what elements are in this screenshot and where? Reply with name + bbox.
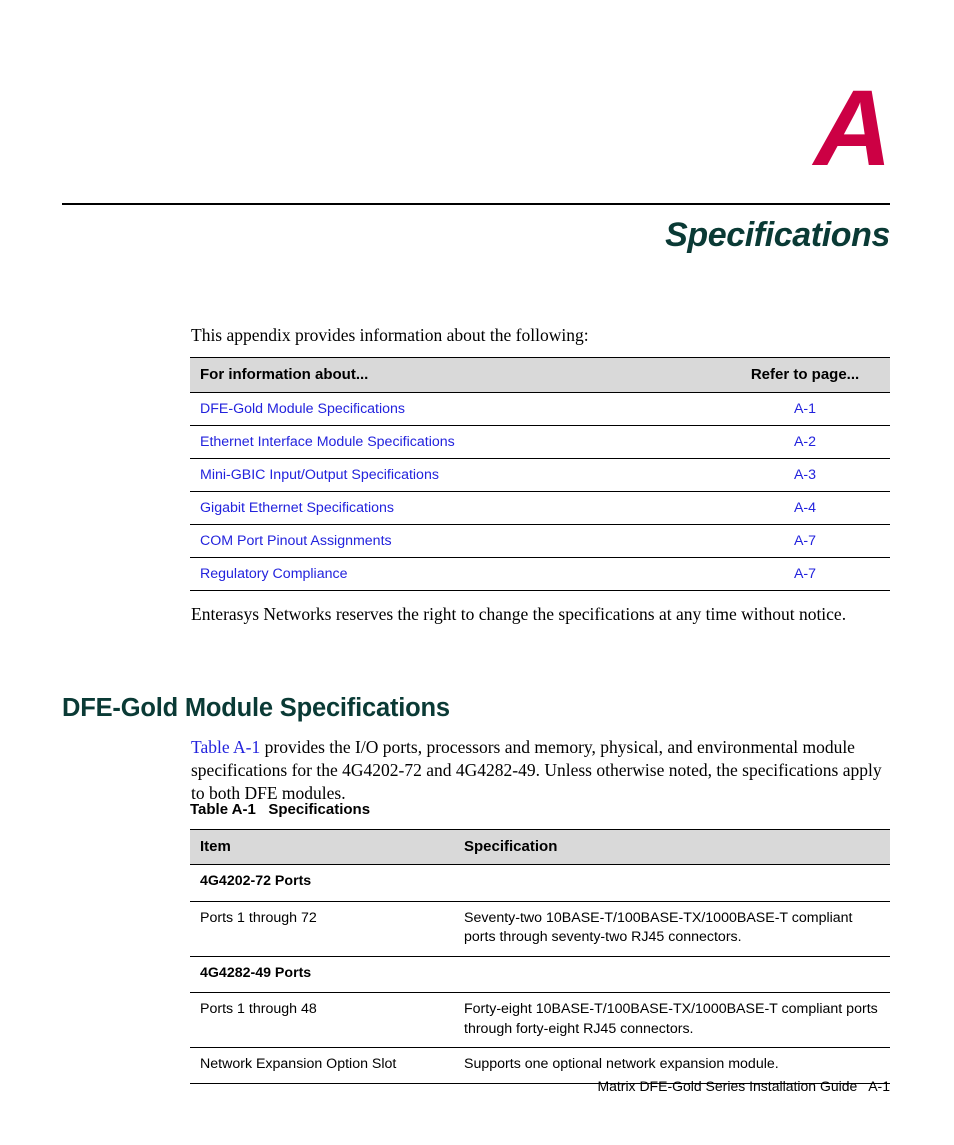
spec-item-cell: Network Expansion Option Slot bbox=[190, 1047, 454, 1084]
spec-value-cell bbox=[454, 864, 890, 902]
section-heading-dfe-gold-module-specifications: DFE-Gold Module Specifications bbox=[62, 694, 450, 723]
table-a-1-reference-link[interactable]: Table A-1 bbox=[191, 737, 260, 757]
toc-page-link-a-7-com[interactable]: A-7 bbox=[794, 533, 816, 549]
intro-paragraph: This appendix provides information about… bbox=[191, 325, 589, 345]
spec-value-cell: Seventy-two 10BASE-T/100BASE-TX/1000BASE… bbox=[454, 901, 890, 957]
table-row: 4G4202-72 Ports bbox=[190, 864, 890, 902]
spec-header-item: Item bbox=[190, 829, 454, 865]
toc-topic-cell: Gigabit Ethernet Specifications bbox=[190, 491, 720, 525]
toc-topic-cell: Ethernet Interface Module Specifications bbox=[190, 425, 720, 459]
section-paragraph-text: provides the I/O ports, processors and m… bbox=[191, 736, 882, 803]
spec-item-cell: Ports 1 through 48 bbox=[190, 992, 454, 1048]
table-row: Ports 1 through 48 Forty-eight 10BASE-T/… bbox=[190, 992, 890, 1048]
table-row: Regulatory Compliance A-7 bbox=[190, 557, 890, 591]
spec-item-cell: Ports 1 through 72 bbox=[190, 901, 454, 957]
table-row: Ethernet Interface Module Specifications… bbox=[190, 425, 890, 459]
table-row: COM Port Pinout Assignments A-7 bbox=[190, 524, 890, 558]
table-row: Ports 1 through 72 Seventy-two 10BASE-T/… bbox=[190, 901, 890, 957]
toc-header-page: Refer to page... bbox=[720, 357, 890, 393]
section-paragraph: Table A-1 provides the I/O ports, proces… bbox=[191, 736, 891, 805]
toc-page-link-a-3[interactable]: A-3 bbox=[794, 467, 816, 483]
toc-link-com-port-pinout-assignments[interactable]: COM Port Pinout Assignments bbox=[200, 533, 392, 549]
table-row: Gigabit Ethernet Specifications A-4 bbox=[190, 491, 890, 525]
document-page: A Specifications This appendix provides … bbox=[0, 0, 954, 1145]
spec-header-row: Item Specification bbox=[190, 829, 890, 865]
toc-header-row: For information about... Refer to page..… bbox=[190, 357, 890, 393]
table-row: 4G4282-49 Ports bbox=[190, 956, 890, 993]
chapter-divider-rule bbox=[62, 203, 890, 205]
spec-item-cell: 4G4202-72 Ports bbox=[190, 864, 454, 902]
table-row: DFE-Gold Module Specifications A-1 bbox=[190, 392, 890, 426]
toc-link-mini-gbic-input-output-specifications[interactable]: Mini-GBIC Input/Output Specifications bbox=[200, 467, 439, 483]
table-caption: Table A-1 Specifications bbox=[190, 801, 371, 818]
toc-page-cell: A-7 bbox=[720, 524, 890, 558]
toc-link-gigabit-ethernet-specifications[interactable]: Gigabit Ethernet Specifications bbox=[200, 500, 394, 516]
toc-page-cell: A-1 bbox=[720, 392, 890, 426]
spec-value-cell: Forty-eight 10BASE-T/100BASE-TX/1000BASE… bbox=[454, 992, 890, 1048]
toc-page-link-a-4[interactable]: A-4 bbox=[794, 500, 816, 516]
toc-topic-cell: DFE-Gold Module Specifications bbox=[190, 392, 720, 426]
toc-link-ethernet-interface-module-specifications[interactable]: Ethernet Interface Module Specifications bbox=[200, 434, 455, 450]
page-footer: Matrix DFE-Gold Series Installation Guid… bbox=[597, 1078, 890, 1094]
toc-page-cell: A-3 bbox=[720, 458, 890, 492]
toc-page-link-a-1[interactable]: A-1 bbox=[794, 401, 816, 417]
toc-page-link-a-7-regulatory[interactable]: A-7 bbox=[794, 566, 816, 582]
toc-link-regulatory-compliance[interactable]: Regulatory Compliance bbox=[200, 566, 347, 582]
appendix-letter: A bbox=[814, 67, 892, 188]
specifications-change-notice: Enterasys Networks reserves the right to… bbox=[191, 604, 847, 624]
toc-page-cell: A-2 bbox=[720, 425, 890, 459]
spec-value-cell bbox=[454, 956, 890, 993]
specifications-table: Item Specification 4G4202-72 Ports Ports… bbox=[190, 829, 890, 1084]
toc-page-cell: A-7 bbox=[720, 557, 890, 591]
toc-topic-cell: COM Port Pinout Assignments bbox=[190, 524, 720, 558]
spec-header-specification: Specification bbox=[454, 829, 890, 865]
toc-link-dfe-gold-module-specifications[interactable]: DFE-Gold Module Specifications bbox=[200, 401, 405, 417]
page-title: Specifications bbox=[665, 216, 890, 254]
spec-item-cell: 4G4282-49 Ports bbox=[190, 956, 454, 993]
toc-header-topic: For information about... bbox=[190, 357, 720, 393]
toc-page-link-a-2[interactable]: A-2 bbox=[794, 434, 816, 450]
toc-page-cell: A-4 bbox=[720, 491, 890, 525]
toc-topic-cell: Regulatory Compliance bbox=[190, 557, 720, 591]
toc-table: For information about... Refer to page..… bbox=[190, 357, 890, 591]
toc-topic-cell: Mini-GBIC Input/Output Specifications bbox=[190, 458, 720, 492]
table-row: Mini-GBIC Input/Output Specifications A-… bbox=[190, 458, 890, 492]
